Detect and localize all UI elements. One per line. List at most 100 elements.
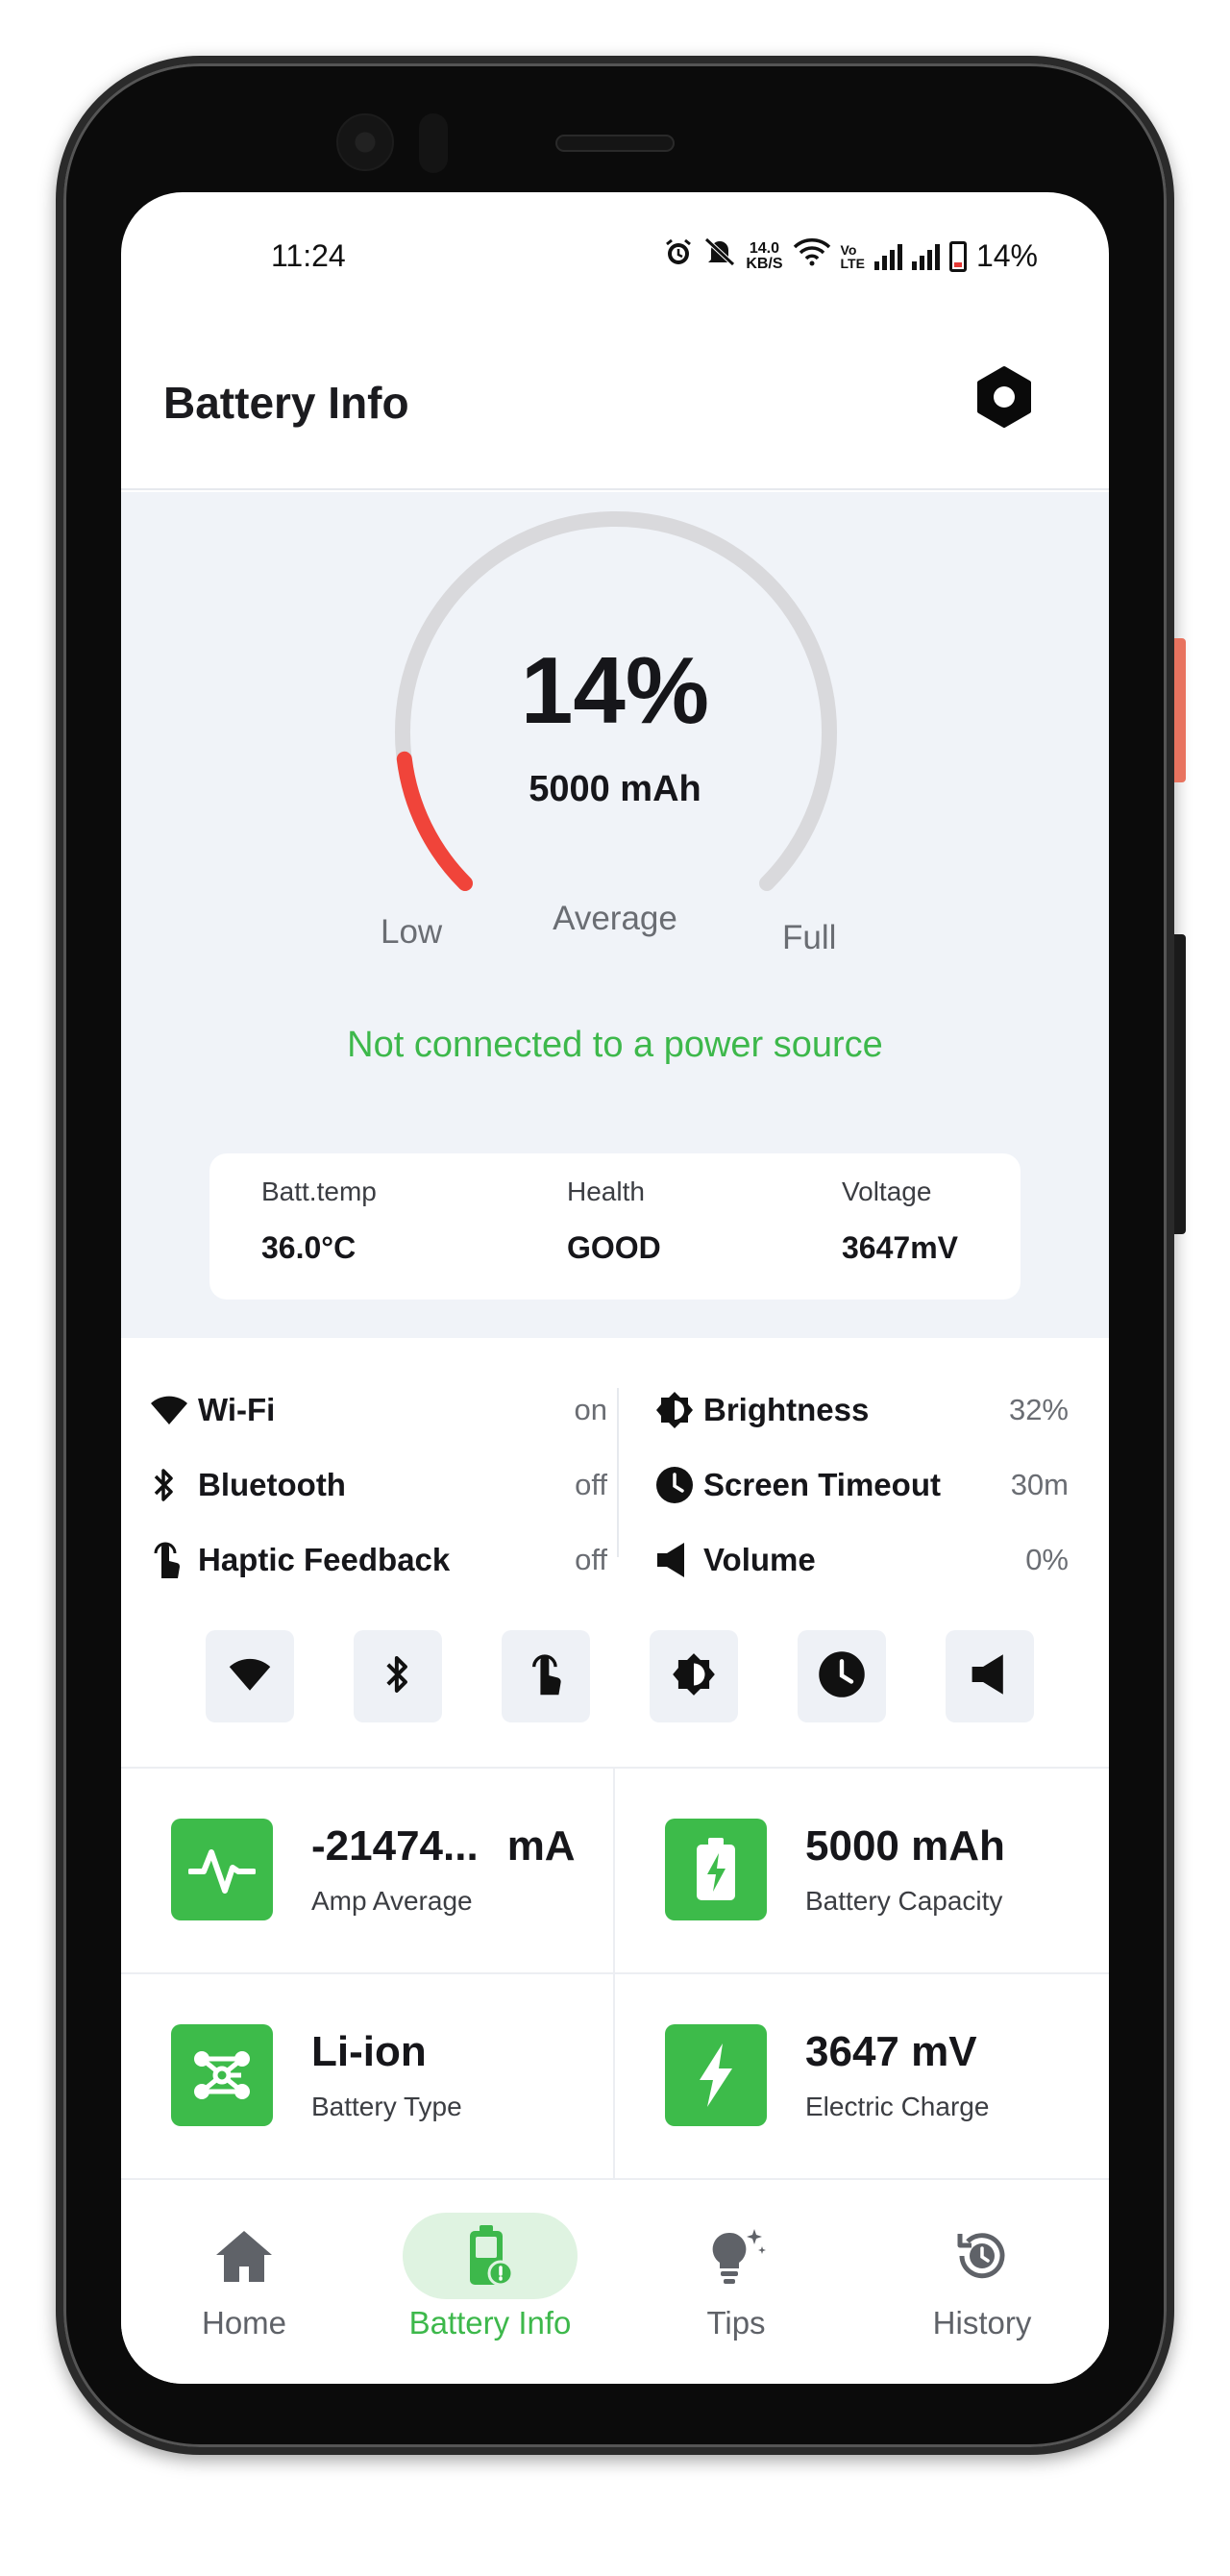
molecule-icon bbox=[171, 2024, 273, 2126]
wifi-status-icon bbox=[793, 237, 831, 275]
metric-value: 5000 mAh bbox=[805, 1822, 1005, 1870]
power-status: Not connected to a power source bbox=[347, 1025, 883, 1065]
setting-value: on bbox=[574, 1393, 607, 1426]
brightness-icon bbox=[672, 1652, 716, 1700]
volte-bottom: LTE bbox=[840, 255, 865, 271]
stat-value: 3647mV bbox=[842, 1230, 958, 1265]
stat-label: Voltage bbox=[842, 1177, 932, 1206]
alarm-icon bbox=[663, 236, 694, 276]
setting-row-volume[interactable]: Volume 0% bbox=[655, 1526, 1069, 1594]
metric-label: Battery Capacity bbox=[805, 1886, 1003, 1916]
setting-label: Volume bbox=[703, 1542, 816, 1577]
nav-history[interactable]: History bbox=[859, 2180, 1105, 2384]
bottom-navigation: Home Battery Info Tips History bbox=[121, 2178, 1109, 2384]
system-settings: Wi-Fi on Bluetooth off Haptic Feedback o… bbox=[121, 1338, 1109, 1578]
setting-label: Screen Timeout bbox=[703, 1467, 941, 1502]
gauge-average-label: Average bbox=[553, 900, 677, 937]
metric-electric-charge: 3647 mV Electric Charge bbox=[615, 1974, 1107, 2178]
metric-battery-type: Li-ion Battery Type bbox=[121, 1974, 613, 2178]
app-bar: Battery Info bbox=[121, 327, 1109, 490]
metric-number: -21474... bbox=[311, 1822, 479, 1870]
battery-charge-icon bbox=[665, 1819, 767, 1920]
setting-value: 0% bbox=[1025, 1543, 1069, 1576]
status-icons: 14.0 KB/S Vo LTE 14% bbox=[663, 236, 1038, 276]
bluetooth-icon bbox=[150, 1466, 198, 1504]
setting-row-wifi[interactable]: Wi-Fi on bbox=[150, 1376, 607, 1444]
toggle-brightness[interactable] bbox=[650, 1630, 738, 1722]
signal-icon-1 bbox=[873, 243, 902, 270]
net-speed-value: 14.0 bbox=[749, 239, 779, 257]
nav-battery-info[interactable]: Battery Info bbox=[367, 2180, 613, 2384]
battery-stats-card: Batt.temp 36.0°C Health GOOD Voltage 364… bbox=[209, 1153, 1021, 1300]
pulse-icon bbox=[171, 1819, 273, 1920]
volte-top: Vo bbox=[840, 241, 857, 258]
net-speed-unit: KB/S bbox=[746, 255, 783, 272]
setting-row-brightness[interactable]: Brightness 32% bbox=[655, 1376, 1069, 1444]
signal-icon-2 bbox=[911, 243, 940, 270]
touch-icon bbox=[528, 1651, 564, 1701]
battery-percent: 14% bbox=[520, 637, 710, 743]
battery-status-icon bbox=[948, 240, 967, 272]
setting-row-bluetooth[interactable]: Bluetooth off bbox=[150, 1451, 607, 1519]
column-divider bbox=[617, 1388, 619, 1557]
brightness-icon bbox=[655, 1391, 703, 1429]
nav-home[interactable]: Home bbox=[121, 2180, 367, 2384]
toggle-haptic[interactable] bbox=[502, 1630, 590, 1722]
stat-voltage: Voltage 3647mV bbox=[842, 1177, 958, 1266]
nav-label: Tips bbox=[706, 2305, 766, 2341]
side-button-volume bbox=[1174, 934, 1186, 1234]
toggle-bluetooth[interactable] bbox=[354, 1630, 442, 1722]
setting-label: Brightness bbox=[703, 1392, 870, 1427]
stat-label: Batt.temp bbox=[261, 1177, 377, 1206]
nav-tips[interactable]: Tips bbox=[613, 2180, 859, 2384]
network-speed: 14.0 KB/S bbox=[746, 239, 783, 272]
metric-battery-capacity: 5000 mAh Battery Capacity bbox=[615, 1769, 1107, 1972]
metric-label: Battery Type bbox=[311, 2092, 462, 2121]
clock-icon bbox=[655, 1466, 703, 1504]
setting-label: Haptic Feedback bbox=[198, 1542, 451, 1577]
toggle-screen-timeout[interactable] bbox=[798, 1630, 886, 1722]
nav-label: Home bbox=[201, 2305, 287, 2341]
front-camera bbox=[336, 113, 394, 171]
volume-icon bbox=[970, 1652, 1010, 1700]
setting-label: Wi-Fi bbox=[198, 1392, 276, 1427]
toggle-volume[interactable] bbox=[946, 1630, 1034, 1722]
nav-label: Battery Info bbox=[408, 2305, 572, 2341]
bluetooth-icon bbox=[381, 1651, 414, 1701]
settings-icon[interactable] bbox=[972, 365, 1036, 429]
setting-value: off bbox=[575, 1468, 607, 1501]
toggle-wifi[interactable] bbox=[206, 1630, 294, 1722]
touch-icon bbox=[150, 1540, 198, 1580]
metric-unit: mA bbox=[506, 1822, 576, 1870]
metric-label: Electric Charge bbox=[805, 2092, 990, 2121]
status-time: 11:24 bbox=[271, 238, 346, 273]
metric-label: Amp Average bbox=[311, 1886, 473, 1916]
home-icon bbox=[157, 2213, 332, 2299]
status-bar: 11:24 14.0 KB/S Vo LTE 14% bbox=[121, 192, 1109, 327]
bolt-icon bbox=[665, 2024, 767, 2126]
lightbulb-icon bbox=[649, 2213, 824, 2299]
setting-row-screen-timeout[interactable]: Screen Timeout 30m bbox=[655, 1451, 1069, 1519]
page-title: Battery Info bbox=[163, 378, 409, 428]
clock-icon bbox=[818, 1650, 866, 1702]
stat-health: Health GOOD bbox=[567, 1177, 661, 1266]
quick-toggles bbox=[121, 1630, 1109, 1724]
volte-indicator: Vo LTE bbox=[841, 243, 865, 270]
setting-row-haptic[interactable]: Haptic Feedback off bbox=[150, 1526, 607, 1594]
earpiece-speaker bbox=[555, 135, 675, 152]
screen: 11:24 14.0 KB/S Vo LTE 14% Battery Info … bbox=[121, 192, 1109, 2384]
stat-value: GOOD bbox=[567, 1230, 661, 1265]
wifi-icon bbox=[228, 1656, 272, 1697]
setting-value: off bbox=[575, 1543, 607, 1576]
battery-capacity: 5000 mAh bbox=[529, 769, 701, 809]
stat-value: 36.0°C bbox=[261, 1230, 357, 1265]
metric-value: 3647 mV bbox=[805, 2028, 977, 2075]
stat-label: Health bbox=[567, 1177, 645, 1206]
stat-temperature: Batt.temp 36.0°C bbox=[261, 1177, 377, 1266]
battery-info-icon bbox=[403, 2213, 578, 2299]
nav-label: History bbox=[932, 2305, 1032, 2341]
proximity-sensor bbox=[419, 113, 448, 173]
volume-icon bbox=[655, 1541, 703, 1579]
history-icon bbox=[895, 2213, 1070, 2299]
mute-icon bbox=[703, 236, 736, 276]
